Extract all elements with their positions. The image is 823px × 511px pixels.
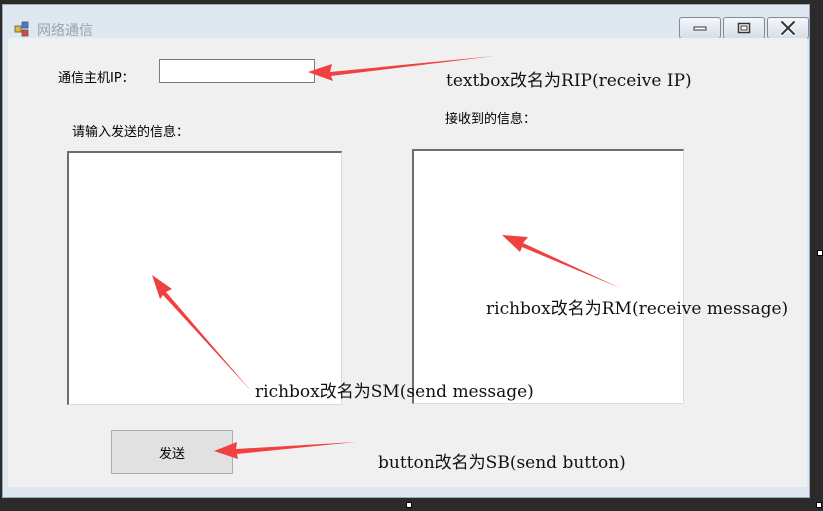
arrow-to-textbox bbox=[308, 56, 495, 81]
arrow-to-sm-richbox bbox=[152, 275, 252, 392]
resize-handle-right[interactable] bbox=[817, 250, 823, 256]
annotation-arrows bbox=[152, 56, 620, 459]
arrow-to-rm-richbox bbox=[502, 235, 620, 288]
arrow-to-send-button bbox=[214, 442, 356, 459]
resize-handle-bottom[interactable] bbox=[406, 502, 412, 508]
resize-handle-corner[interactable] bbox=[816, 502, 822, 508]
